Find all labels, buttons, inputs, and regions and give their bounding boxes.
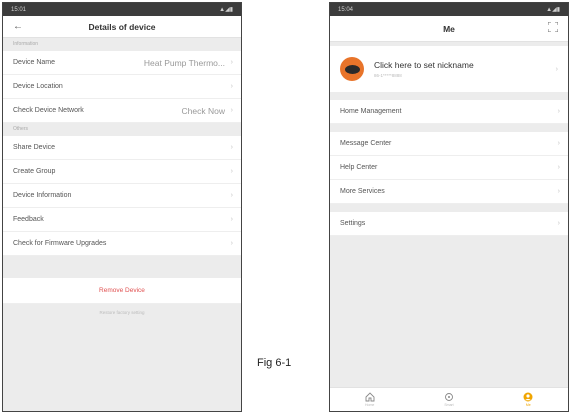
row-share-device[interactable]: Share Device › (3, 136, 241, 160)
restore-factory-link[interactable]: Restore factory setting (3, 304, 241, 315)
device-details-screen: 15:01 ▲◢▮ ← Details of device Informatio… (2, 2, 242, 412)
page-title: Me (443, 23, 455, 34)
row-feedback[interactable]: Feedback › (3, 208, 241, 232)
tab-smart[interactable]: Smart (409, 388, 488, 411)
status-bar: 15:01 ▲◢▮ (3, 3, 241, 16)
remove-device-button[interactable]: Remove Device (3, 278, 241, 304)
status-time: 15:04 (338, 6, 354, 13)
tab-label: Smart (444, 403, 454, 407)
row-help-center[interactable]: Help Center › (330, 156, 568, 180)
row-home-management[interactable]: Home Management › (330, 100, 568, 124)
row-label: Check Device Network (13, 107, 84, 114)
chevron-right-icon: › (230, 107, 233, 114)
chevron-right-icon: › (557, 164, 560, 171)
row-device-location[interactable]: Device Location › (3, 75, 241, 99)
row-label: Feedback (13, 216, 44, 223)
chevron-right-icon: › (557, 188, 560, 195)
status-time: 15:01 (11, 6, 27, 13)
row-label: Home Management (340, 108, 402, 115)
home-icon (365, 392, 375, 402)
account-id: 86-1*****8888 (374, 73, 402, 78)
avatar (340, 57, 364, 81)
row-label: Device Location (13, 83, 63, 90)
section-header-information: Information (13, 41, 39, 47)
chevron-right-icon: › (230, 168, 233, 175)
profile-card[interactable]: Click here to set nickname 86-1*****8888… (330, 46, 568, 92)
row-label: Device Information (13, 192, 72, 199)
row-value: Check Now (181, 105, 225, 116)
row-label: Device Name (13, 59, 56, 66)
tab-me[interactable]: Me (489, 388, 568, 411)
nav-bar: Me (330, 16, 568, 42)
scan-icon[interactable] (548, 22, 558, 32)
row-device-name[interactable]: Device Name Heat Pump Thermo... › (3, 51, 241, 75)
smart-icon (445, 393, 453, 401)
status-icons: ▲◢▮ (219, 7, 233, 13)
row-settings[interactable]: Settings › (330, 212, 568, 236)
row-device-information[interactable]: Device Information › (3, 184, 241, 208)
nav-bar: ← Details of device (3, 16, 241, 38)
chevron-right-icon: › (230, 192, 233, 199)
row-label: Share Device (13, 144, 56, 151)
tab-home[interactable]: Home (330, 388, 409, 411)
chevron-right-icon: › (230, 240, 233, 247)
chevron-right-icon: › (230, 144, 233, 151)
row-create-group[interactable]: Create Group › (3, 160, 241, 184)
status-icons: ▲◢▮ (546, 7, 560, 13)
figure-caption: Fig 6-1 (257, 357, 292, 369)
chevron-right-icon: › (230, 59, 233, 66)
tab-label: Me (525, 403, 531, 407)
tab-label: Home (364, 403, 375, 407)
chevron-right-icon: › (557, 108, 560, 115)
me-screen: 15:04 ▲◢▮ Me Click here to set nickname … (329, 2, 569, 412)
row-label: Create Group (13, 168, 56, 175)
chevron-right-icon: › (230, 83, 233, 90)
row-firmware-upgrade[interactable]: Check for Firmware Upgrades › (3, 232, 241, 256)
avatar-face (344, 64, 360, 74)
row-more-services[interactable]: More Services › (330, 180, 568, 204)
row-check-network[interactable]: Check Device Network Check Now › (3, 99, 241, 123)
chevron-right-icon: › (555, 65, 558, 73)
row-message-center[interactable]: Message Center › (330, 132, 568, 156)
section-header-others: Others (13, 126, 29, 132)
chevron-right-icon: › (230, 216, 233, 223)
row-label: Message Center (340, 140, 392, 147)
nickname-label: Click here to set nickname (374, 60, 474, 70)
status-bar: 15:04 ▲◢▮ (330, 3, 568, 16)
me-icon (523, 392, 533, 402)
row-value: Heat Pump Thermo... (143, 57, 225, 68)
tab-bar: Home Smart Me (330, 387, 568, 411)
chevron-right-icon: › (557, 140, 560, 147)
row-label: More Services (340, 188, 385, 195)
chevron-right-icon: › (557, 220, 560, 227)
row-label: Help Center (340, 164, 378, 171)
row-label: Check for Firmware Upgrades (13, 240, 107, 247)
profile-text: Click here to set nickname 86-1*****8888 (374, 60, 556, 78)
row-label: Settings (340, 220, 366, 227)
page-title: Details of device (88, 21, 156, 32)
